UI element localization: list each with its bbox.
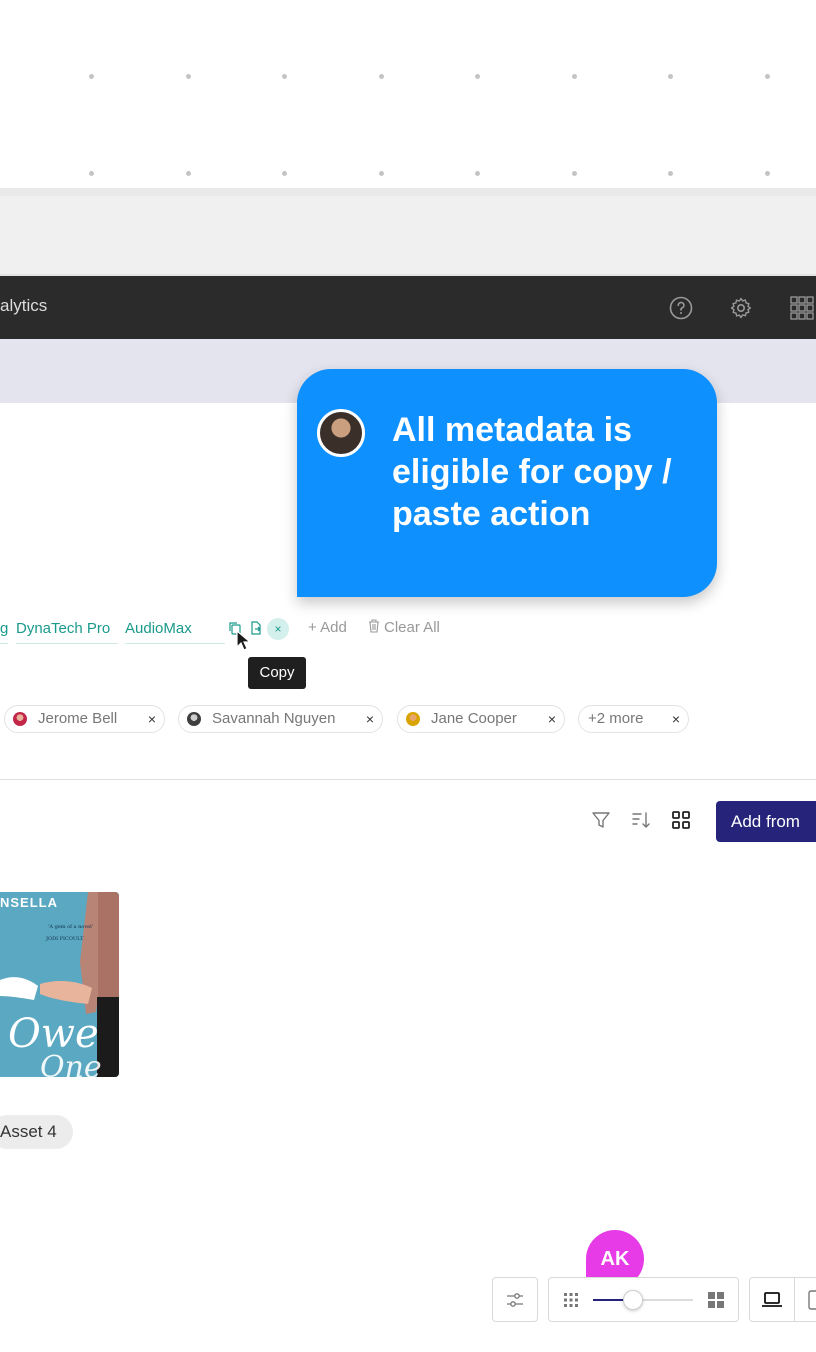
copy-tooltip: Copy — [248, 657, 306, 689]
grid-dot — [668, 171, 673, 176]
filter-icon[interactable] — [591, 810, 611, 830]
grid-dot — [668, 74, 673, 79]
add-tag-button[interactable]: + Add — [308, 619, 347, 636]
sort-icon[interactable] — [631, 810, 651, 830]
view-settings-button[interactable] — [492, 1277, 538, 1322]
add-from-button[interactable]: Add from — [716, 801, 816, 842]
gear-icon[interactable] — [729, 296, 753, 320]
metadata-tag[interactable]: g — [0, 614, 8, 644]
book-cover-art: Owe One 'A gem of a novel' JODI PICOULT — [0, 892, 119, 1077]
person-name: Savannah Nguyen — [212, 710, 336, 727]
person-name: Jerome Bell — [38, 710, 118, 727]
avatar — [406, 712, 420, 726]
browser-chrome-band — [0, 188, 816, 276]
avatar — [187, 712, 201, 726]
asset-label[interactable]: Asset 4 — [0, 1115, 73, 1149]
sliders-icon — [507, 1293, 523, 1307]
grid-dot — [89, 171, 94, 176]
grid-dot — [282, 171, 287, 176]
grid-dot — [475, 74, 480, 79]
toggle-divider — [794, 1278, 795, 1321]
person-chip[interactable]: Jerome Bell × — [4, 705, 165, 733]
grid-dot — [379, 74, 384, 79]
zoom-slider-thumb[interactable] — [623, 1290, 643, 1310]
grid-view-icon[interactable] — [671, 810, 691, 830]
person-name: Jane Cooper — [431, 710, 517, 727]
remove-person-button[interactable]: × — [672, 706, 680, 732]
trash-icon — [369, 619, 379, 633]
svg-text:JODI PICOULT: JODI PICOULT — [45, 936, 84, 942]
remove-person-button[interactable]: × — [366, 706, 374, 732]
callout-message: All metadata is eligible for copy / past… — [392, 411, 672, 533]
small-grid-icon[interactable] — [564, 1293, 578, 1307]
nav-title[interactable]: alytics — [0, 296, 47, 316]
grid-dot — [572, 171, 577, 176]
large-grid-icon[interactable] — [708, 1292, 724, 1308]
grid-dot — [282, 74, 287, 79]
grid-dot — [475, 171, 480, 176]
clear-all-label: Clear All — [384, 619, 440, 636]
more-people-chip[interactable]: +2 more × — [578, 705, 689, 733]
remove-person-button[interactable]: × — [148, 706, 156, 732]
svg-text:One: One — [40, 1050, 102, 1077]
laptop-icon[interactable] — [761, 1291, 783, 1309]
mouse-pointer-icon — [236, 630, 252, 651]
metadata-tag[interactable]: DynaTech Pro — [16, 614, 118, 644]
grid-dot — [89, 74, 94, 79]
grid-dot — [186, 171, 191, 176]
avatar — [13, 712, 27, 726]
svg-text:'A gem of a novel': 'A gem of a novel' — [48, 924, 93, 930]
grid-dot — [765, 171, 770, 176]
grid-dot — [379, 171, 384, 176]
section-divider — [0, 779, 816, 780]
book-title-fragment: NSELLA — [0, 895, 58, 910]
device-view-toggle — [749, 1277, 816, 1322]
grid-dot — [186, 74, 191, 79]
dotted-canvas — [0, 0, 816, 188]
callout-bubble: All metadata is eligible for copy / past… — [297, 369, 717, 597]
grid-dot — [765, 74, 770, 79]
remove-tag-button[interactable]: × — [267, 618, 289, 640]
grid-dot — [572, 74, 577, 79]
metadata-tag[interactable]: AudioMax — [125, 614, 225, 644]
clear-all-button[interactable]: Clear All — [368, 619, 440, 636]
more-people-label: +2 more — [588, 710, 644, 727]
person-chip[interactable]: Jane Cooper × — [397, 705, 565, 733]
remove-person-button[interactable]: × — [548, 706, 556, 732]
tablet-icon[interactable] — [808, 1290, 816, 1310]
zoom-control — [548, 1277, 739, 1322]
help-circle-icon[interactable] — [669, 296, 693, 320]
asset-thumbnail[interactable]: Owe One 'A gem of a novel' JODI PICOULT … — [0, 892, 119, 1077]
presenter-avatar — [317, 409, 365, 457]
app-topbar: alytics — [0, 276, 816, 339]
apps-grid-icon[interactable] — [790, 296, 814, 320]
person-chip[interactable]: Savannah Nguyen × — [178, 705, 383, 733]
